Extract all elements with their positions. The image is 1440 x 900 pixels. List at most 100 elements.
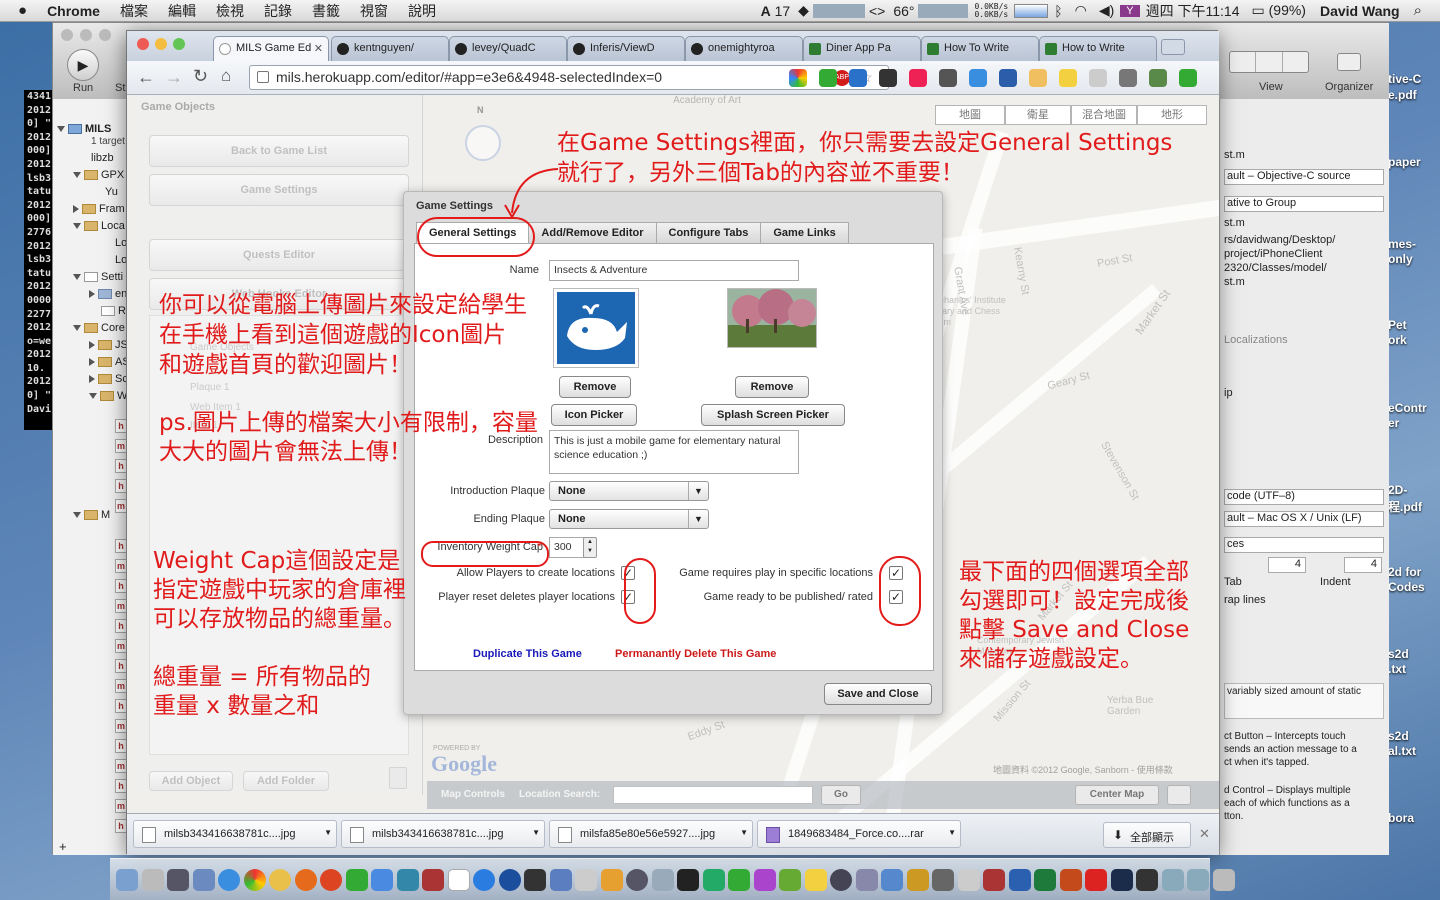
tree-folder[interactable]: Fram <box>73 203 125 215</box>
desktop-file-label[interactable]: 2d for <box>1388 565 1421 579</box>
app-icon[interactable] <box>396 868 419 891</box>
library-item[interactable]: d Control – Displays multiple <box>1224 785 1384 796</box>
dictionary-icon[interactable] <box>422 868 444 891</box>
documents-folder-icon[interactable] <box>1161 868 1184 891</box>
ending-plaque-select[interactable]: None ▼ <box>549 509 709 529</box>
app-menu[interactable]: Chrome <box>37 3 110 19</box>
organizer-button[interactable] <box>1337 53 1361 71</box>
input-method-icon[interactable]: Y <box>1120 4 1140 17</box>
menu-file[interactable]: 檔案 <box>110 1 158 21</box>
app-icon[interactable] <box>702 868 725 891</box>
extension-icon[interactable] <box>939 69 957 87</box>
excel-icon[interactable] <box>1034 868 1056 891</box>
desktop-file-label[interactable]: al.txt <box>1388 744 1416 758</box>
right-panel-toggle[interactable] <box>1283 52 1308 72</box>
volume-icon[interactable]: ◀) <box>1093 2 1120 19</box>
extension-icon[interactable] <box>1119 69 1137 87</box>
desktop-file-label[interactable]: e.pdf <box>1388 88 1417 102</box>
extension-icon[interactable] <box>879 69 897 87</box>
spotlight-search-icon[interactable]: ⌕ <box>1408 2 1440 19</box>
desktop-file-label[interactable]: er <box>1388 416 1399 430</box>
chevron-down-icon[interactable]: ▼ <box>948 828 956 837</box>
tab-github[interactable]: onemightyroa <box>685 36 803 61</box>
bluetooth-icon[interactable]: ᛒ <box>1048 3 1068 19</box>
tree-folder[interactable]: JS <box>89 339 128 351</box>
desktop-file-label[interactable]: bora <box>1388 811 1414 825</box>
tree-folder[interactable]: GPX <box>73 169 124 181</box>
download-item[interactable]: milsfa85e80e56e5927....jpg ▼ <box>549 820 753 848</box>
desktop-file-label[interactable]: mes- <box>1388 237 1416 251</box>
desktop-file-label[interactable]: ork <box>1388 333 1407 347</box>
app-icon[interactable] <box>855 868 878 891</box>
app-icon[interactable] <box>906 868 929 891</box>
chevron-down-icon[interactable]: ▼ <box>740 828 748 837</box>
desktop-file-label[interactable]: s2d <box>1388 647 1409 661</box>
user-menu[interactable]: David Wang <box>1312 3 1408 19</box>
tree-folder[interactable]: M <box>73 509 110 521</box>
temperature-indicator[interactable]: 66° <box>889 3 918 19</box>
mission-control-icon[interactable] <box>167 868 189 891</box>
menu-help[interactable]: 說明 <box>398 1 446 21</box>
tab-mils-game-editor[interactable]: MILS Game Ed ✕ <box>213 36 329 61</box>
extension-icon[interactable] <box>1179 69 1197 87</box>
finder-icon[interactable] <box>116 868 138 891</box>
save-and-close-button[interactable]: Save and Close <box>824 683 932 705</box>
minimize-window-button[interactable] <box>80 29 92 41</box>
itunes-icon[interactable] <box>498 868 521 891</box>
trash-icon[interactable] <box>1212 868 1235 891</box>
tree-folder[interactable]: AS <box>89 356 130 368</box>
extension-icon[interactable] <box>789 69 807 87</box>
extension-icon[interactable] <box>909 69 927 87</box>
app-icon[interactable] <box>932 868 954 891</box>
library-item[interactable]: variably sized amount of static <box>1224 683 1384 719</box>
desktop-file-label[interactable]: .txt <box>1388 662 1406 676</box>
stepper-arrows-icon[interactable]: ▲ ▼ <box>583 537 597 558</box>
wifi-icon[interactable]: ◠ <box>1069 2 1093 19</box>
app-icon[interactable] <box>779 868 801 891</box>
extension-icon[interactable] <box>849 69 867 87</box>
app-icon[interactable] <box>957 868 980 891</box>
app-icon[interactable] <box>804 868 827 891</box>
tab-github[interactable]: kentnguyen/ <box>331 36 449 61</box>
library-item[interactable]: ct Button – Intercepts touch <box>1224 731 1384 742</box>
tree-item[interactable]: libzb <box>91 152 114 164</box>
acrobat-icon[interactable] <box>1085 868 1107 891</box>
app-icon[interactable] <box>371 868 393 891</box>
location-select[interactable]: ative to Group <box>1224 196 1384 212</box>
introduction-plaque-select[interactable]: None ▼ <box>549 481 709 501</box>
left-panel-toggle[interactable] <box>1230 52 1257 72</box>
code-icon[interactable]: <> <box>865 3 889 19</box>
view-toggle-group[interactable] <box>1229 51 1309 73</box>
splash-screen-picker-button[interactable]: Splash Screen Picker <box>701 404 845 426</box>
opera-icon[interactable] <box>320 868 342 891</box>
zoom-window-button[interactable] <box>99 29 111 41</box>
page-info-icon[interactable] <box>257 71 269 83</box>
powerpoint-icon[interactable] <box>1059 868 1082 891</box>
desktop-file-label[interactable]: eContr <box>1388 401 1427 415</box>
home-icon[interactable]: ⌂ <box>221 66 231 86</box>
extension-icon[interactable] <box>999 69 1017 87</box>
zoom-window-button[interactable] <box>173 38 185 50</box>
app-store-icon[interactable] <box>473 868 495 891</box>
close-window-button[interactable] <box>61 29 73 41</box>
tab-article[interactable]: How to Write <box>1039 36 1157 61</box>
close-download-bar-icon[interactable]: ✕ <box>1199 826 1210 842</box>
remove-icon-button[interactable]: Remove <box>559 376 631 398</box>
app-icon[interactable] <box>600 868 623 891</box>
download-item[interactable]: milsb343416638781c....jpg ▼ <box>341 820 545 848</box>
tab-github[interactable]: levey/QuadC <box>449 36 567 61</box>
app-icon[interactable] <box>983 868 1005 891</box>
app-icon[interactable] <box>345 868 368 891</box>
download-item[interactable]: 1849683484_Force.co....rar ▼ <box>757 820 961 848</box>
tree-folder[interactable]: Sc <box>89 373 128 385</box>
tab-configure-tabs[interactable]: Configure Tabs <box>655 222 762 244</box>
run-button[interactable]: ▶ <box>67 49 99 81</box>
indent-width-field[interactable]: 4 <box>1344 557 1382 573</box>
remove-splash-button[interactable]: Remove <box>735 376 809 398</box>
tree-folder[interactable]: W <box>89 390 127 402</box>
desktop-file-label[interactable]: 程.pdf <box>1388 498 1422 515</box>
adobe-updates-indicator[interactable]: A 17 <box>757 3 795 19</box>
tree-project[interactable]: MILS <box>57 123 111 135</box>
chevron-down-icon[interactable]: ▼ <box>532 828 540 837</box>
close-window-button[interactable] <box>137 38 149 50</box>
